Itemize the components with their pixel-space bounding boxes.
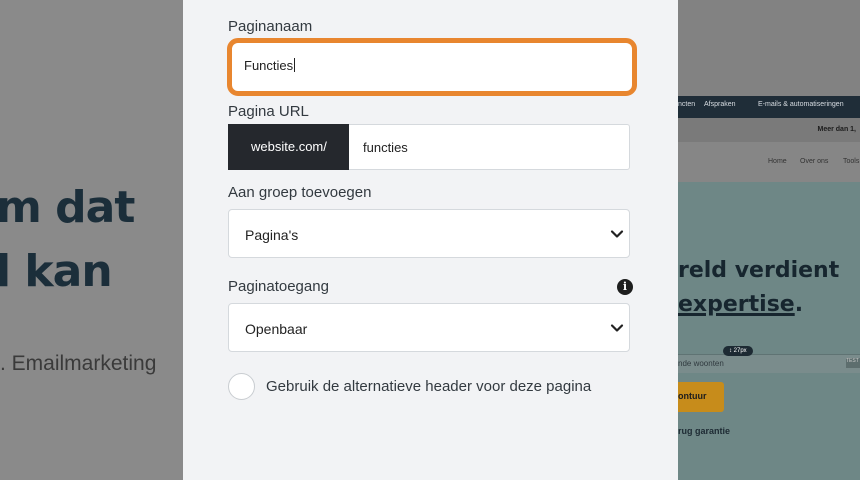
- background-left-panel: m dat l kan . Emailmarketing: [0, 0, 183, 480]
- group-label: Aan groep toevoegen: [228, 184, 372, 201]
- group-select[interactable]: Pagina's: [228, 209, 630, 258]
- alt-header-checkbox[interactable]: [228, 373, 255, 400]
- preview-input-tag: TEST: [846, 358, 860, 368]
- page-url-label: Pagina URL: [228, 103, 309, 120]
- preview-nav-bar: ncten Afspraken E-mails & automatisering…: [678, 96, 860, 118]
- alt-header-label[interactable]: Gebruik de alternatieve header voor deze…: [266, 378, 591, 395]
- chevron-down-icon: [610, 230, 624, 238]
- page-url-input[interactable]: website.com/ functies: [228, 124, 630, 170]
- preview-promo-bar: Meer dan 1,: [678, 118, 860, 142]
- preview-hero-period: .: [794, 292, 804, 317]
- preview-hero-line1: reld verdient: [678, 258, 840, 283]
- preview-menu-item: Home: [768, 158, 787, 165]
- preview-size-pill: ↕ 27px: [723, 346, 753, 356]
- group-select-value: Pagina's: [245, 227, 299, 243]
- preview-nav-item: ncten: [678, 101, 696, 108]
- chevron-down-icon: [610, 324, 624, 332]
- preview-hero-line2: expertise: [678, 292, 795, 317]
- preview-hero: reld verdient expertise. nde woonten TES…: [678, 182, 860, 480]
- preview-menu: Home Over ons Tools: [678, 142, 860, 182]
- page-name-value: Functies: [244, 58, 296, 73]
- page-name-label: Paginanaam: [228, 18, 313, 35]
- preview-menu-item: Over ons: [800, 158, 829, 165]
- access-select[interactable]: Openbaar: [228, 303, 630, 352]
- preview-nav-item: E-mails & automatiseringen: [758, 101, 844, 108]
- preview-nav-item: Afspraken: [704, 101, 736, 108]
- background-subtext: . Emailmarketing: [0, 352, 157, 375]
- preview-guarantee: rug garantie: [678, 426, 731, 436]
- preview-cta-button: ontuur: [678, 382, 724, 412]
- background-website-preview: ncten Afspraken E-mails & automatisering…: [678, 0, 860, 480]
- background-headline: m dat l kan: [0, 182, 135, 297]
- access-label: Paginatoegang: [228, 278, 329, 295]
- url-prefix: website.com/: [228, 124, 349, 170]
- text-caret: [294, 58, 296, 72]
- preview-menu-item: Tools: [843, 158, 860, 165]
- preview-input-text: nde woonten: [678, 359, 724, 368]
- preview-input: nde woonten TEST: [678, 354, 860, 373]
- preview-cta-label: ontuur: [678, 391, 707, 401]
- url-slug-value[interactable]: functies: [363, 140, 408, 155]
- preview-top-area: [678, 0, 860, 96]
- page-name-input[interactable]: Functies: [227, 38, 637, 96]
- preview-hero-heading: reld verdient expertise.: [678, 254, 839, 322]
- preview-promo-text: Meer dan 1,: [817, 126, 856, 133]
- info-icon[interactable]: i: [617, 279, 633, 295]
- access-select-value: Openbaar: [245, 321, 308, 337]
- page-settings-modal: Paginanaam Functies Pagina URL website.c…: [183, 0, 678, 480]
